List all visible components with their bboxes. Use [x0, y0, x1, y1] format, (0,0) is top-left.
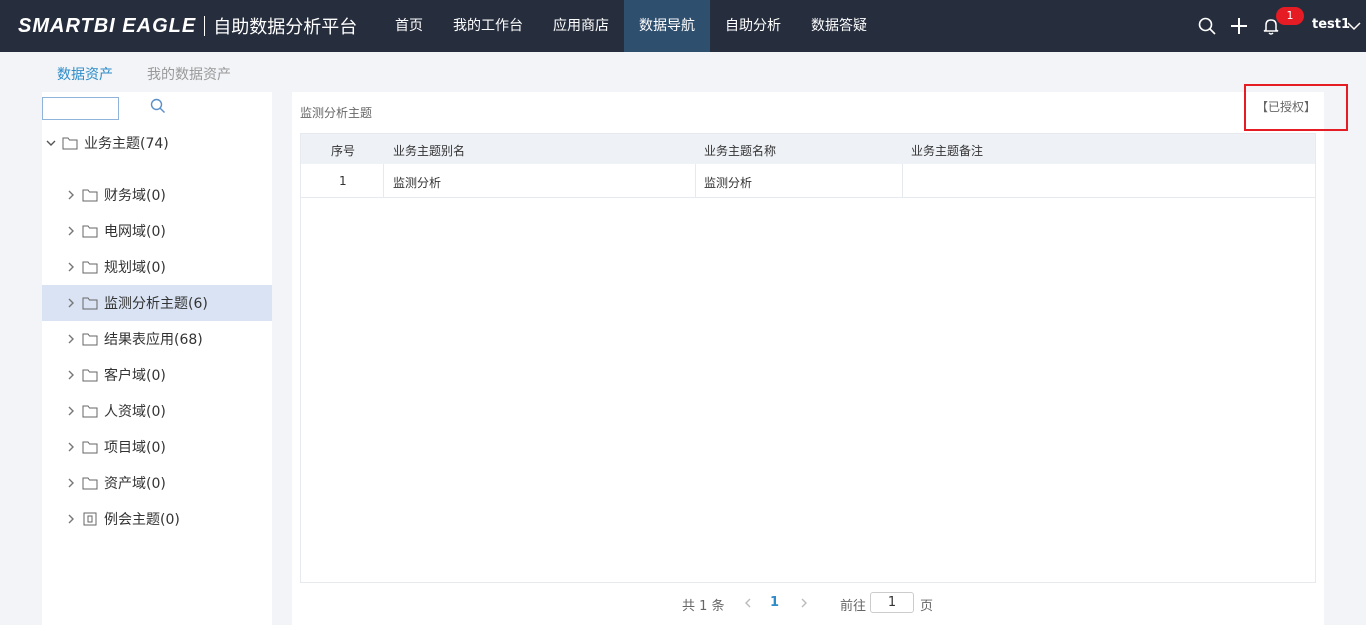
cell-divider [695, 164, 696, 198]
tree-root[interactable]: 业务主题(74) [42, 125, 272, 161]
col-header-remark: 业务主题备注 [911, 144, 984, 158]
chevron-right-icon[interactable] [66, 190, 76, 200]
chevron-right-icon[interactable] [66, 478, 76, 488]
folder-icon [82, 333, 98, 346]
chevron-right-icon[interactable] [66, 334, 76, 344]
cell-alias: 监测分析 [393, 176, 442, 190]
nav-workbench[interactable]: 我的工作台 [438, 0, 538, 52]
tab-data-assets[interactable]: 数据资产 [57, 64, 113, 84]
col-header-name: 业务主题名称 [704, 144, 777, 158]
cell-index: 1 [339, 174, 347, 188]
tree-item-label: 例会主题(0) [104, 512, 180, 528]
total-count: 共 1 条 [682, 599, 725, 614]
tree-root-label: 业务主题(74) [84, 136, 169, 152]
table-row[interactable]: 1 监测分析 监测分析 [301, 164, 1315, 198]
tab-my-data-assets[interactable]: 我的数据资产 [147, 64, 231, 84]
tree-item-asset[interactable]: 资产域(0) [42, 465, 272, 501]
tree-search-input[interactable] [42, 97, 119, 120]
logo-divider [204, 16, 206, 36]
tree-item-label: 电网域(0) [104, 224, 166, 240]
folder-icon [82, 297, 98, 310]
tree-item-label: 规划域(0) [104, 260, 166, 276]
tree-item-label: 监测分析主题(6) [104, 296, 208, 312]
next-page-icon[interactable] [798, 597, 810, 609]
tree-item-finance[interactable]: 财务域(0) [42, 177, 272, 213]
folder-icon [82, 477, 98, 490]
username[interactable]: test1 [1312, 17, 1350, 32]
chevron-down-icon[interactable] [46, 138, 56, 148]
chevron-right-icon[interactable] [66, 406, 76, 416]
chevron-right-icon[interactable] [66, 514, 76, 524]
current-page[interactable]: 1 [770, 595, 779, 610]
chevron-right-icon[interactable] [66, 442, 76, 452]
goto-label: 前往 [840, 599, 867, 614]
cell-divider [902, 164, 903, 198]
top-navigation-bar: SMARTBI EAGLE 自助数据分析平台 首页 我的工作台 应用商店 数据导… [0, 0, 1366, 52]
notification-badge: 1 [1276, 7, 1304, 25]
folder-icon [82, 405, 98, 418]
brand-logo[interactable]: SMARTBI EAGLE 自助数据分析平台 [18, 12, 357, 40]
tree-item-label: 资产域(0) [104, 476, 166, 492]
goto-page-input[interactable]: 1 [870, 592, 914, 613]
main-nav: 首页 我的工作台 应用商店 数据导航 自助分析 数据答疑 [380, 0, 882, 52]
tree-item-results[interactable]: 结果表应用(68) [42, 321, 272, 357]
search-icon[interactable] [1197, 16, 1217, 36]
search-icon[interactable] [150, 98, 166, 114]
tree-item-project[interactable]: 项目域(0) [42, 429, 272, 465]
prev-page-icon[interactable] [742, 597, 754, 609]
cell-name: 监测分析 [704, 176, 753, 190]
highlight-box [1244, 84, 1348, 131]
nav-app-store[interactable]: 应用商店 [538, 0, 624, 52]
tree-item-label: 结果表应用(68) [104, 332, 203, 348]
content-panel: 监测分析主题 【已授权】 序号 业务主题别名 业务主题名称 业务主题备注 1 监… [292, 84, 1348, 625]
cell-divider [383, 164, 384, 198]
nav-home[interactable]: 首页 [380, 0, 438, 52]
nav-data-qa[interactable]: 数据答疑 [796, 0, 882, 52]
tree-item-planning[interactable]: 规划域(0) [42, 249, 272, 285]
report-icon [83, 512, 97, 526]
chevron-down-icon[interactable] [1346, 18, 1362, 34]
folder-icon [82, 369, 98, 382]
tree-item-monitoring[interactable]: 监测分析主题(6) [42, 285, 272, 321]
chevron-right-icon[interactable] [66, 262, 76, 272]
tree-item-label: 人资域(0) [104, 404, 166, 420]
folder-icon [82, 261, 98, 274]
nav-self-analysis[interactable]: 自助分析 [710, 0, 796, 52]
tree-item-label: 财务域(0) [104, 188, 166, 204]
tree-item-label: 项目域(0) [104, 440, 166, 456]
subject-table: 序号 业务主题别名 业务主题名称 业务主题备注 1 监测分析 监测分析 [300, 133, 1316, 583]
tree-item-label: 客户域(0) [104, 368, 166, 384]
tree-panel: 业务主题(74) 财务域(0) 电网域(0) 规划域(0) 监测分析主题(6) 结果表应… [42, 92, 272, 625]
tree-item-hr[interactable]: 人资域(0) [42, 393, 272, 429]
tree-item-grid[interactable]: 电网域(0) [42, 213, 272, 249]
col-header-alias: 业务主题别名 [393, 144, 466, 158]
col-header-index: 序号 [331, 144, 356, 158]
logo-text: SMARTBI EAGLE [18, 14, 197, 37]
folder-icon [62, 137, 78, 150]
chevron-right-icon[interactable] [66, 370, 76, 380]
page-suffix: 页 [920, 599, 934, 614]
folder-icon [82, 189, 98, 202]
add-icon[interactable] [1229, 16, 1249, 36]
chevron-right-icon[interactable] [66, 298, 76, 308]
chevron-right-icon[interactable] [66, 226, 76, 236]
folder-icon [82, 225, 98, 238]
table-header: 序号 业务主题别名 业务主题名称 业务主题备注 [301, 134, 1315, 164]
folder-icon [82, 441, 98, 454]
tree-item-meeting[interactable]: 例会主题(0) [42, 501, 272, 537]
nav-data-navigation[interactable]: 数据导航 [624, 0, 710, 52]
product-name: 自助数据分析平台 [213, 17, 358, 38]
panel-title: 监测分析主题 [300, 106, 373, 120]
tree-item-customer[interactable]: 客户域(0) [42, 357, 272, 393]
